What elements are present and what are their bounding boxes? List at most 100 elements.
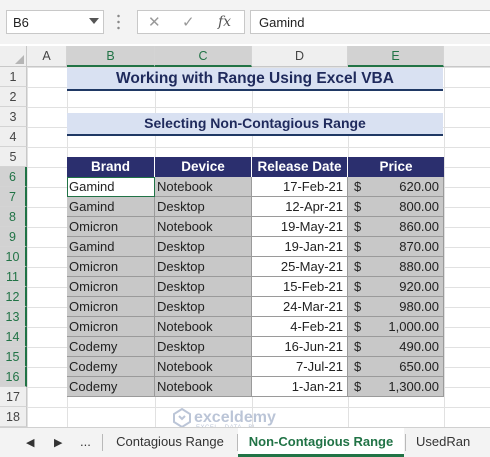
table-header-price[interactable]: Price (348, 157, 444, 177)
column-header-f[interactable] (444, 46, 490, 67)
column-header-d[interactable]: D (252, 46, 348, 67)
currency-symbol: $ (354, 299, 362, 314)
price-value: 490.00 (399, 339, 439, 354)
table-cell-brand[interactable]: Codemy (67, 377, 155, 397)
table-cell-price[interactable]: $870.00 (348, 237, 444, 257)
table-cell-date[interactable]: 7-Jul-21 (252, 357, 348, 377)
row-header-14[interactable]: 14 (0, 327, 27, 347)
row-header-12[interactable]: 12 (0, 287, 27, 307)
row-header-1[interactable]: 1 (0, 67, 27, 87)
table-cell-price[interactable]: $800.00 (348, 197, 444, 217)
table-cell-date[interactable]: 1-Jan-21 (252, 377, 348, 397)
separator-grip[interactable] (117, 13, 120, 31)
formula-input[interactable]: Gamind (250, 10, 490, 34)
row-header-18[interactable]: 18 (0, 407, 27, 427)
tab-more-ellipsis[interactable]: ... (80, 434, 91, 449)
table-cell-price[interactable]: $1,300.00 (348, 377, 444, 397)
row-header-10[interactable]: 10 (0, 247, 27, 267)
table-cell-brand[interactable]: Codemy (67, 337, 155, 357)
price-value: 620.00 (399, 179, 439, 194)
select-all-corner[interactable] (0, 46, 27, 67)
cancel-icon[interactable]: ✕ (148, 13, 161, 31)
column-header-b[interactable]: B (67, 46, 155, 67)
table-cell-date[interactable]: 12-Apr-21 (252, 197, 348, 217)
table-cell-brand[interactable]: Gamind (67, 197, 155, 217)
active-cell[interactable]: Gamind (67, 177, 155, 197)
row-header-3[interactable]: 3 (0, 107, 27, 127)
tab-contagious-range[interactable]: Contagious Range (104, 428, 236, 457)
price-value: 870.00 (399, 239, 439, 254)
table-cell-date[interactable]: 4-Feb-21 (252, 317, 348, 337)
row-header-9[interactable]: 9 (0, 227, 27, 247)
tab-next-icon[interactable]: ▶ (54, 436, 62, 449)
table-cell-date[interactable]: 24-Mar-21 (252, 297, 348, 317)
chevron-down-icon[interactable] (89, 18, 99, 24)
price-value: 800.00 (399, 199, 439, 214)
column-header-e[interactable]: E (348, 46, 444, 67)
table-cell-device[interactable]: Notebook (155, 377, 252, 397)
formula-bar: B6 ✕ ✓ fx Gamind (0, 0, 490, 44)
price-value: 920.00 (399, 279, 439, 294)
table-cell-device[interactable]: Desktop (155, 297, 252, 317)
table-cell-date[interactable]: 15-Feb-21 (252, 277, 348, 297)
formula-controls: ✕ ✓ fx (137, 10, 245, 34)
table-cell-price[interactable]: $620.00 (348, 177, 444, 197)
table-cell-device[interactable]: Desktop (155, 237, 252, 257)
tab-usedran[interactable]: UsedRan (406, 428, 490, 457)
table-cell-date[interactable]: 17-Feb-21 (252, 177, 348, 197)
table-cell-device[interactable]: Notebook (155, 357, 252, 377)
table-cell-price[interactable]: $880.00 (348, 257, 444, 277)
table-cell-brand[interactable]: Gamind (67, 237, 155, 257)
row-header-6[interactable]: 6 (0, 167, 27, 187)
sheet-tab-bar: ◀ ▶ ... Contagious Range Non-Contagious … (0, 427, 490, 457)
table-cell-date[interactable]: 19-Jan-21 (252, 237, 348, 257)
table-cell-brand[interactable]: Omicron (67, 217, 155, 237)
table-cell-brand[interactable]: Omicron (67, 277, 155, 297)
tab-prev-icon[interactable]: ◀ (26, 436, 34, 449)
formula-value: Gamind (259, 15, 305, 30)
table-cell-price[interactable]: $1,000.00 (348, 317, 444, 337)
table-cell-brand[interactable]: Codemy (67, 357, 155, 377)
column-header-a[interactable]: A (27, 46, 67, 67)
row-header-11[interactable]: 11 (0, 267, 27, 287)
row-header-15[interactable]: 15 (0, 347, 27, 367)
table-cell-price[interactable]: $650.00 (348, 357, 444, 377)
enter-icon[interactable]: ✓ (182, 13, 195, 31)
table-header-brand[interactable]: Brand (67, 157, 155, 177)
table-cell-brand[interactable]: Omicron (67, 317, 155, 337)
table-cell-device[interactable]: Desktop (155, 257, 252, 277)
currency-symbol: $ (354, 239, 362, 254)
row-header-7[interactable]: 7 (0, 187, 27, 207)
row-header-16[interactable]: 16 (0, 367, 27, 387)
table-cell-device[interactable]: Desktop (155, 337, 252, 357)
table-cell-date[interactable]: 16-Jun-21 (252, 337, 348, 357)
table-cell-brand[interactable]: Omicron (67, 297, 155, 317)
currency-symbol: $ (354, 319, 362, 334)
column-header-c[interactable]: C (155, 46, 252, 67)
table-header-device[interactable]: Device (155, 157, 252, 177)
table-cell-date[interactable]: 19-May-21 (252, 217, 348, 237)
insert-function-icon[interactable]: fx (218, 14, 231, 30)
row-header-2[interactable]: 2 (0, 87, 27, 107)
tab-non-contagious-range[interactable]: Non-Contagious Range (238, 428, 404, 457)
table-cell-device[interactable]: Notebook (155, 177, 252, 197)
sheet-title[interactable]: Working with Range Using Excel VBA (67, 68, 443, 91)
table-cell-price[interactable]: $920.00 (348, 277, 444, 297)
table-cell-price[interactable]: $980.00 (348, 297, 444, 317)
table-cell-brand[interactable]: Omicron (67, 257, 155, 277)
row-header-4[interactable]: 4 (0, 127, 27, 147)
table-cell-device[interactable]: Desktop (155, 197, 252, 217)
row-header-13[interactable]: 13 (0, 307, 27, 327)
row-header-8[interactable]: 8 (0, 207, 27, 227)
sheet-subtitle[interactable]: Selecting Non-Contagious Range (67, 113, 443, 136)
table-cell-device[interactable]: Notebook (155, 217, 252, 237)
row-header-5[interactable]: 5 (0, 147, 27, 167)
table-cell-price[interactable]: $490.00 (348, 337, 444, 357)
table-cell-price[interactable]: $860.00 (348, 217, 444, 237)
table-cell-device[interactable]: Notebook (155, 317, 252, 337)
table-header-release-date[interactable]: Release Date (252, 157, 348, 177)
name-box[interactable]: B6 (6, 10, 104, 34)
table-cell-date[interactable]: 25-May-21 (252, 257, 348, 277)
row-header-17[interactable]: 17 (0, 387, 27, 407)
table-cell-device[interactable]: Desktop (155, 277, 252, 297)
